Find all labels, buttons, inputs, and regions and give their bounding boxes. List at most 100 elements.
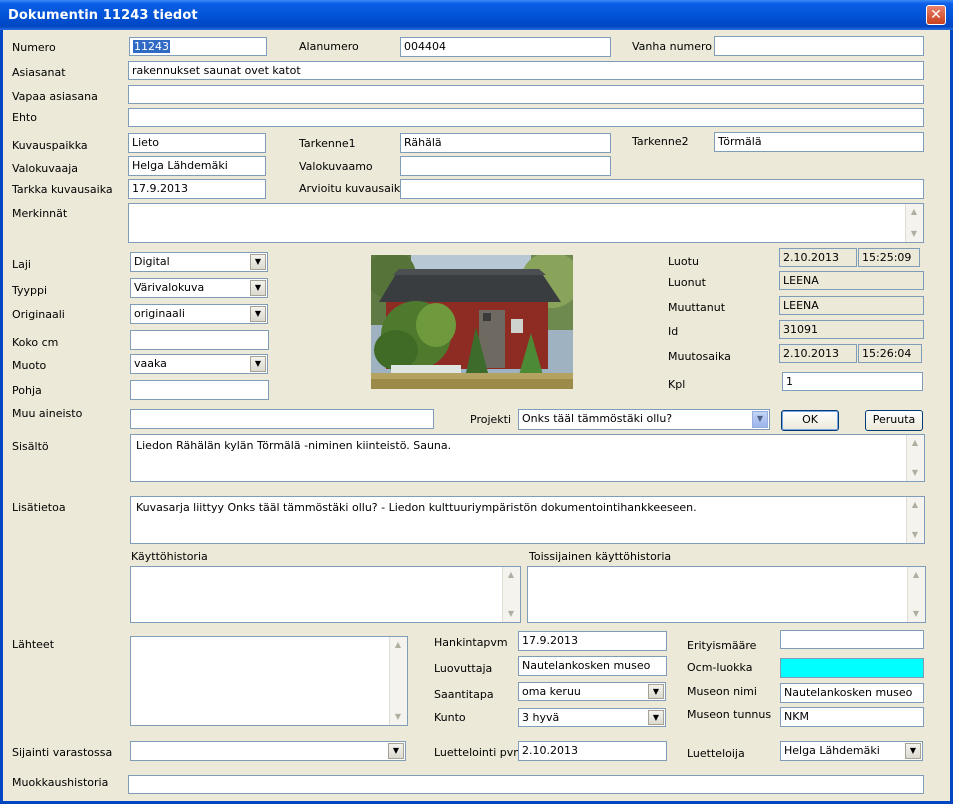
muuttanut-label: Muuttanut [668, 301, 726, 314]
hankintapvm-field[interactable]: 17.9.2013 [518, 631, 667, 651]
luovuttaja-field[interactable]: Nautelankosken museo [518, 656, 667, 676]
kuvauspaikka-field[interactable]: Lieto [128, 133, 266, 153]
projekti-select[interactable]: Onks tääl tämmöstäki ollu? ▼ [518, 409, 770, 430]
toissijainen-label: Toissijainen käyttöhistoria [529, 550, 672, 563]
luetteloija-select[interactable]: Helga Lähdemäki ▼ [780, 741, 923, 761]
arvioitu-kuvausaika-field[interactable] [400, 179, 924, 199]
kpl-field[interactable]: 1 [782, 372, 923, 391]
luonut-label: Luonut [668, 276, 706, 289]
valokuvaamo-field[interactable] [400, 156, 611, 176]
scroll-up-icon[interactable]: ▲ [504, 568, 518, 582]
lisatietoa-scrollbar[interactable]: ▲ ▼ [906, 497, 924, 543]
scroll-down-icon[interactable]: ▼ [391, 710, 405, 724]
photo-thumbnail[interactable] [371, 255, 573, 389]
chevron-down-icon[interactable]: ▼ [250, 280, 266, 296]
museon-nimi-field[interactable]: Nautelankosken museo [780, 683, 924, 703]
hankintapvm-label: Hankintapvm [434, 636, 508, 649]
laji-label: Laji [12, 258, 31, 271]
id-label: Id [668, 325, 679, 338]
alanumero-field[interactable]: 004404 [400, 37, 611, 57]
lahteet-scrollbar[interactable]: ▲ ▼ [389, 637, 407, 725]
lisatietoa-textarea[interactable]: Kuvasarja liittyy Onks tääl tämmöstäki o… [130, 496, 925, 544]
sisalto-label: Sisältö [12, 440, 49, 453]
merkinnat-scrollbar[interactable]: ▲ ▼ [905, 204, 923, 242]
chevron-down-icon[interactable]: ▼ [250, 306, 266, 322]
peruuta-button[interactable]: Peruuta [865, 410, 923, 431]
sauna-photo [371, 255, 573, 389]
asiasanat-field[interactable]: rakennukset saunat ovet katot [128, 61, 924, 80]
chevron-down-icon[interactable]: ▼ [752, 411, 768, 428]
chevron-down-icon[interactable]: ▼ [648, 710, 664, 725]
kayttohistoria-scrollbar[interactable]: ▲ ▼ [502, 567, 520, 622]
tarkka-kuvausaika-label: Tarkka kuvausaika [12, 183, 113, 196]
muu-aineisto-field[interactable] [130, 409, 434, 429]
ehto-field[interactable] [128, 108, 924, 127]
scroll-up-icon[interactable]: ▲ [391, 638, 405, 652]
luotu-date-field: 2.10.2013 [779, 248, 857, 267]
ocm-luokka-field[interactable] [780, 658, 924, 678]
pohja-field[interactable] [130, 380, 269, 400]
scroll-up-icon[interactable]: ▲ [908, 436, 922, 450]
saantitapa-label: Saantitapa [434, 688, 494, 701]
luettelointi-pvm-field[interactable]: 2.10.2013 [518, 741, 667, 761]
merkinnat-label: Merkinnät [12, 207, 68, 220]
originaali-select[interactable]: originaali ▼ [130, 304, 268, 324]
toissijainen-scrollbar[interactable]: ▲ ▼ [907, 567, 925, 622]
museon-tunnus-field[interactable]: NKM [780, 707, 924, 727]
chevron-down-icon[interactable]: ▼ [905, 743, 921, 759]
scroll-down-icon[interactable]: ▼ [907, 227, 921, 241]
tarkenne2-field[interactable]: Törmälä [714, 132, 924, 152]
lisatietoa-value: Kuvasarja liittyy Onks tääl tämmöstäki o… [136, 501, 697, 514]
sijainti-select[interactable]: ▼ [130, 741, 406, 761]
lahteet-textarea[interactable]: ▲ ▼ [130, 636, 408, 726]
close-button[interactable]: ✕ [926, 5, 946, 25]
tarkka-kuvausaika-field[interactable]: 17.9.2013 [128, 179, 266, 199]
kunto-select[interactable]: 3 hyvä ▼ [518, 708, 666, 727]
chevron-down-icon[interactable]: ▼ [250, 356, 266, 372]
ocm-luokka-label: Ocm-luokka [687, 661, 753, 674]
vapaa-asiasana-field[interactable] [128, 85, 924, 104]
muuttanut-field: LEENA [779, 296, 924, 315]
tarkenne1-field[interactable]: Rähälä [400, 133, 611, 153]
muokkaushistoria-label: Muokkaushistoria [12, 776, 109, 789]
kayttohistoria-textarea[interactable]: ▲ ▼ [130, 566, 521, 623]
scroll-up-icon[interactable]: ▲ [909, 568, 923, 582]
sisalto-textarea[interactable]: Liedon Rähälän kylän Törmälä -niminen ki… [130, 434, 925, 482]
asiasanat-label: Asiasanat [12, 66, 66, 79]
sijainti-label: Sijainti varastossa [12, 746, 113, 759]
originaali-label: Originaali [12, 308, 65, 321]
toissijainen-textarea[interactable]: ▲ ▼ [527, 566, 926, 623]
chevron-down-icon[interactable]: ▼ [250, 254, 266, 270]
ok-button[interactable]: OK [781, 410, 839, 431]
scroll-down-icon[interactable]: ▼ [908, 466, 922, 480]
id-field: 31091 [779, 320, 924, 339]
laji-select[interactable]: Digital ▼ [130, 252, 268, 272]
muokkaushistoria-field[interactable] [128, 775, 924, 794]
museon-tunnus-label: Museon tunnus [687, 708, 772, 721]
valokuvaaja-label: Valokuvaaja [12, 162, 78, 175]
muutos-date-field: 2.10.2013 [779, 344, 857, 363]
scroll-up-icon[interactable]: ▲ [907, 205, 921, 219]
chevron-down-icon[interactable]: ▼ [388, 743, 404, 759]
alanumero-label: Alanumero [299, 40, 359, 53]
merkinnat-textarea[interactable]: ▲ ▼ [128, 203, 924, 243]
valokuvaaja-field[interactable]: Helga Lähdemäki [128, 156, 266, 176]
scroll-down-icon[interactable]: ▼ [908, 528, 922, 542]
koko-field[interactable] [130, 330, 269, 350]
scroll-down-icon[interactable]: ▼ [504, 607, 518, 621]
kunto-value: 3 hyvä [522, 711, 560, 724]
muu-aineisto-label: Muu aineisto [12, 407, 83, 420]
projekti-label: Projekti [470, 413, 512, 426]
scroll-down-icon[interactable]: ▼ [909, 607, 923, 621]
vanha-numero-field[interactable] [714, 36, 924, 56]
erityismaare-field[interactable] [780, 630, 924, 649]
tyyppi-select[interactable]: Värivalokuva ▼ [130, 278, 268, 298]
sisalto-scrollbar[interactable]: ▲ ▼ [906, 435, 924, 481]
tyyppi-value: Värivalokuva [134, 281, 205, 294]
muoto-select[interactable]: vaaka ▼ [130, 354, 268, 374]
chevron-down-icon[interactable]: ▼ [648, 684, 664, 699]
saantitapa-select[interactable]: oma keruu ▼ [518, 682, 666, 701]
numero-field[interactable]: 11243 [129, 37, 267, 56]
luotu-label: Luotu [668, 255, 699, 268]
scroll-up-icon[interactable]: ▲ [908, 498, 922, 512]
